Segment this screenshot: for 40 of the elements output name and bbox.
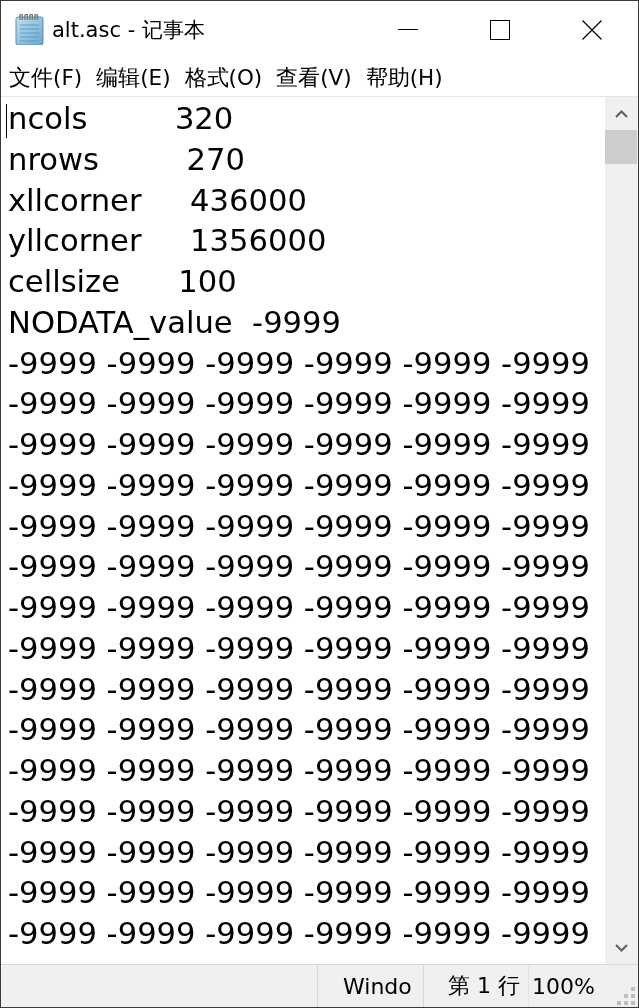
chevron-down-icon bbox=[615, 943, 628, 952]
scrollbar-thumb[interactable] bbox=[605, 130, 637, 164]
text-line: -9999 -9999 -9999 -9999 -9999 -9999 bbox=[8, 792, 590, 831]
status-text: 第 1 行 bbox=[448, 972, 520, 1000]
text-line: -9999 -9999 -9999 -9999 -9999 -9999 bbox=[8, 915, 590, 953]
text-line: -9999 -9999 -9999 -9999 -9999 -9999 bbox=[8, 385, 590, 424]
status-text: 100% bbox=[532, 973, 595, 999]
text-line: -9999 -9999 -9999 -9999 -9999 -9999 bbox=[8, 874, 590, 913]
scrollbar-track[interactable] bbox=[605, 97, 638, 964]
resize-grip-icon[interactable] bbox=[617, 987, 635, 1005]
text-line: -9999 -9999 -9999 -9999 -9999 -9999 bbox=[8, 466, 590, 505]
menu-item[interactable]: 查看(V) bbox=[269, 60, 359, 94]
menu-item[interactable]: 格式(O) bbox=[177, 60, 270, 94]
text-caret bbox=[6, 104, 7, 138]
close-icon bbox=[582, 19, 602, 40]
chevron-up-icon bbox=[615, 109, 628, 118]
text-line: -9999 -9999 -9999 -9999 -9999 -9999 bbox=[8, 752, 590, 790]
menu-item[interactable]: 文件(F) bbox=[2, 60, 90, 94]
menu-item[interactable]: 帮助(H) bbox=[358, 60, 450, 94]
status-text: Windo bbox=[343, 973, 412, 999]
window-title: alt.asc - 记事本 bbox=[52, 16, 206, 44]
maximize-icon bbox=[490, 19, 510, 40]
notepad-icon bbox=[15, 14, 45, 45]
text-line: -9999 -9999 -9999 -9999 -9999 -9999 bbox=[8, 670, 590, 709]
text-line: -9999 -9999 -9999 -9999 -9999 -9999 bbox=[8, 629, 590, 668]
text-line: -9999 -9999 -9999 -9999 -9999 -9999 bbox=[8, 344, 590, 383]
text-line: xllcorner 436000 bbox=[8, 181, 307, 220]
text-line: -9999 -9999 -9999 -9999 -9999 -9999 bbox=[8, 426, 590, 464]
text-line: NODATA_value -9999 bbox=[8, 303, 341, 342]
minimize-icon bbox=[398, 29, 418, 30]
menu-item[interactable]: 编辑(E) bbox=[89, 60, 178, 94]
text-line: -9999 -9999 -9999 -9999 -9999 -9999 bbox=[8, 548, 590, 587]
text-line: yllcorner 1356000 bbox=[8, 222, 327, 261]
text-line: cellsize 100 bbox=[8, 263, 237, 301]
text-line: -9999 -9999 -9999 -9999 -9999 -9999 bbox=[8, 589, 590, 627]
text-line: -9999 -9999 -9999 -9999 -9999 -9999 bbox=[8, 507, 590, 546]
text-line: nrows 270 bbox=[8, 140, 245, 179]
text-line: -9999 -9999 -9999 -9999 -9999 -9999 bbox=[8, 711, 590, 750]
text-line: -9999 -9999 -9999 -9999 -9999 -9999 bbox=[8, 833, 590, 872]
text-line: ncols 320 bbox=[8, 100, 234, 138]
